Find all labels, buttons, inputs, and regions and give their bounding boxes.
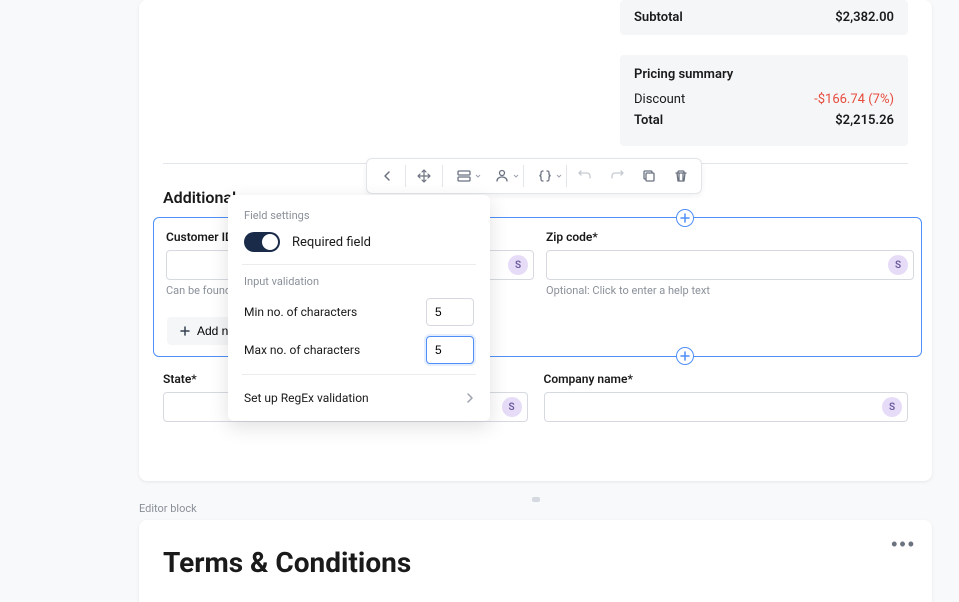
toolbar-layout-button[interactable] (445, 162, 483, 190)
min-chars-input[interactable] (426, 298, 474, 326)
input-validation-label: Input validation (244, 275, 474, 288)
zip-help[interactable]: Optional: Click to enter a help text (546, 284, 914, 297)
required-toggle[interactable] (244, 232, 280, 252)
toolbar-sep (442, 165, 443, 187)
person-icon (494, 168, 510, 184)
add-above-button[interactable] (676, 209, 694, 227)
pricing-box: Subtotal $2,382.00 Pricing summary Disco… (620, 0, 908, 146)
required-label: Required field (292, 235, 371, 250)
toolbar-sep (523, 165, 524, 187)
toolbar-sep (566, 165, 567, 187)
undo-icon (577, 168, 593, 184)
s-badge: S (502, 397, 522, 417)
plus-icon (179, 325, 191, 337)
total-row: Total $2,215.26 (634, 113, 894, 128)
trash-icon (673, 168, 689, 184)
toolbar-delete-button[interactable] (665, 162, 697, 190)
discount-value: -$166.74 (7%) (814, 92, 894, 107)
s-badge: S (888, 255, 908, 275)
discount-row: Discount -$166.74 (7%) (634, 92, 894, 107)
subtotal-label: Subtotal (634, 10, 683, 25)
field-company[interactable]: Company name S (544, 372, 909, 422)
total-label: Total (634, 113, 663, 128)
zip-label: Zip code (546, 230, 914, 244)
drag-handle[interactable] (532, 497, 540, 502)
popover-sep (242, 264, 476, 265)
subtotal-row: Subtotal $2,382.00 (620, 0, 908, 35)
field-settings-popover: Field settings Required field Input vali… (228, 195, 490, 421)
regex-row[interactable]: Set up RegEx validation (244, 385, 474, 407)
chevron-left-icon (380, 169, 394, 183)
block-toolbar (366, 158, 702, 194)
caret-down-icon (475, 174, 481, 178)
total-value: $2,215.26 (835, 113, 894, 128)
more-button[interactable]: ••• (891, 534, 916, 555)
max-chars-row: Max no. of characters (244, 336, 474, 364)
caret-down-icon (556, 174, 562, 178)
toolbar-undo-button[interactable] (569, 162, 601, 190)
field-zip[interactable]: Zip code S Optional: Click to enter a he… (546, 230, 914, 297)
toolbar-copy-button[interactable] (633, 162, 665, 190)
add-below-button[interactable] (676, 347, 694, 365)
popover-sep (242, 374, 476, 375)
s-badge: S (882, 397, 902, 417)
summary-title: Pricing summary (634, 67, 894, 82)
company-input[interactable] (544, 392, 909, 422)
terms-title: Terms & Conditions (163, 546, 908, 579)
braces-icon (537, 168, 553, 184)
s-badge: S (508, 255, 528, 275)
regex-label: Set up RegEx validation (244, 391, 369, 405)
subtotal-value: $2,382.00 (835, 10, 894, 25)
toolbar-redo-button[interactable] (601, 162, 633, 190)
toolbar-braces-button[interactable] (526, 162, 564, 190)
min-chars-row: Min no. of characters (244, 298, 474, 326)
max-chars-input[interactable] (426, 336, 474, 364)
pricing-summary: Pricing summary Discount -$166.74 (7%) T… (620, 55, 908, 146)
field-settings-label: Field settings (244, 209, 474, 222)
min-chars-label: Min no. of characters (244, 305, 357, 319)
toolbar-back-button[interactable] (371, 162, 403, 190)
section-title: Additional (163, 188, 236, 207)
add-new-label: Add n (197, 324, 228, 338)
toolbar-person-button[interactable] (483, 162, 521, 190)
max-chars-label: Max no. of characters (244, 343, 360, 357)
company-label: Company name (544, 372, 909, 386)
move-icon (416, 168, 432, 184)
toggle-knob (262, 234, 278, 250)
layout-icon (456, 168, 472, 184)
editor-block-label: Editor block (139, 502, 197, 515)
toolbar-sep (405, 165, 406, 187)
chevron-right-icon (466, 392, 474, 404)
zip-input[interactable] (546, 250, 914, 280)
terms-card[interactable]: ••• Terms & Conditions (139, 520, 932, 602)
toolbar-move-button[interactable] (408, 162, 440, 190)
caret-down-icon (513, 174, 519, 178)
copy-icon (641, 168, 657, 184)
discount-label: Discount (634, 92, 685, 107)
required-toggle-row: Required field (244, 232, 474, 252)
redo-icon (609, 168, 625, 184)
